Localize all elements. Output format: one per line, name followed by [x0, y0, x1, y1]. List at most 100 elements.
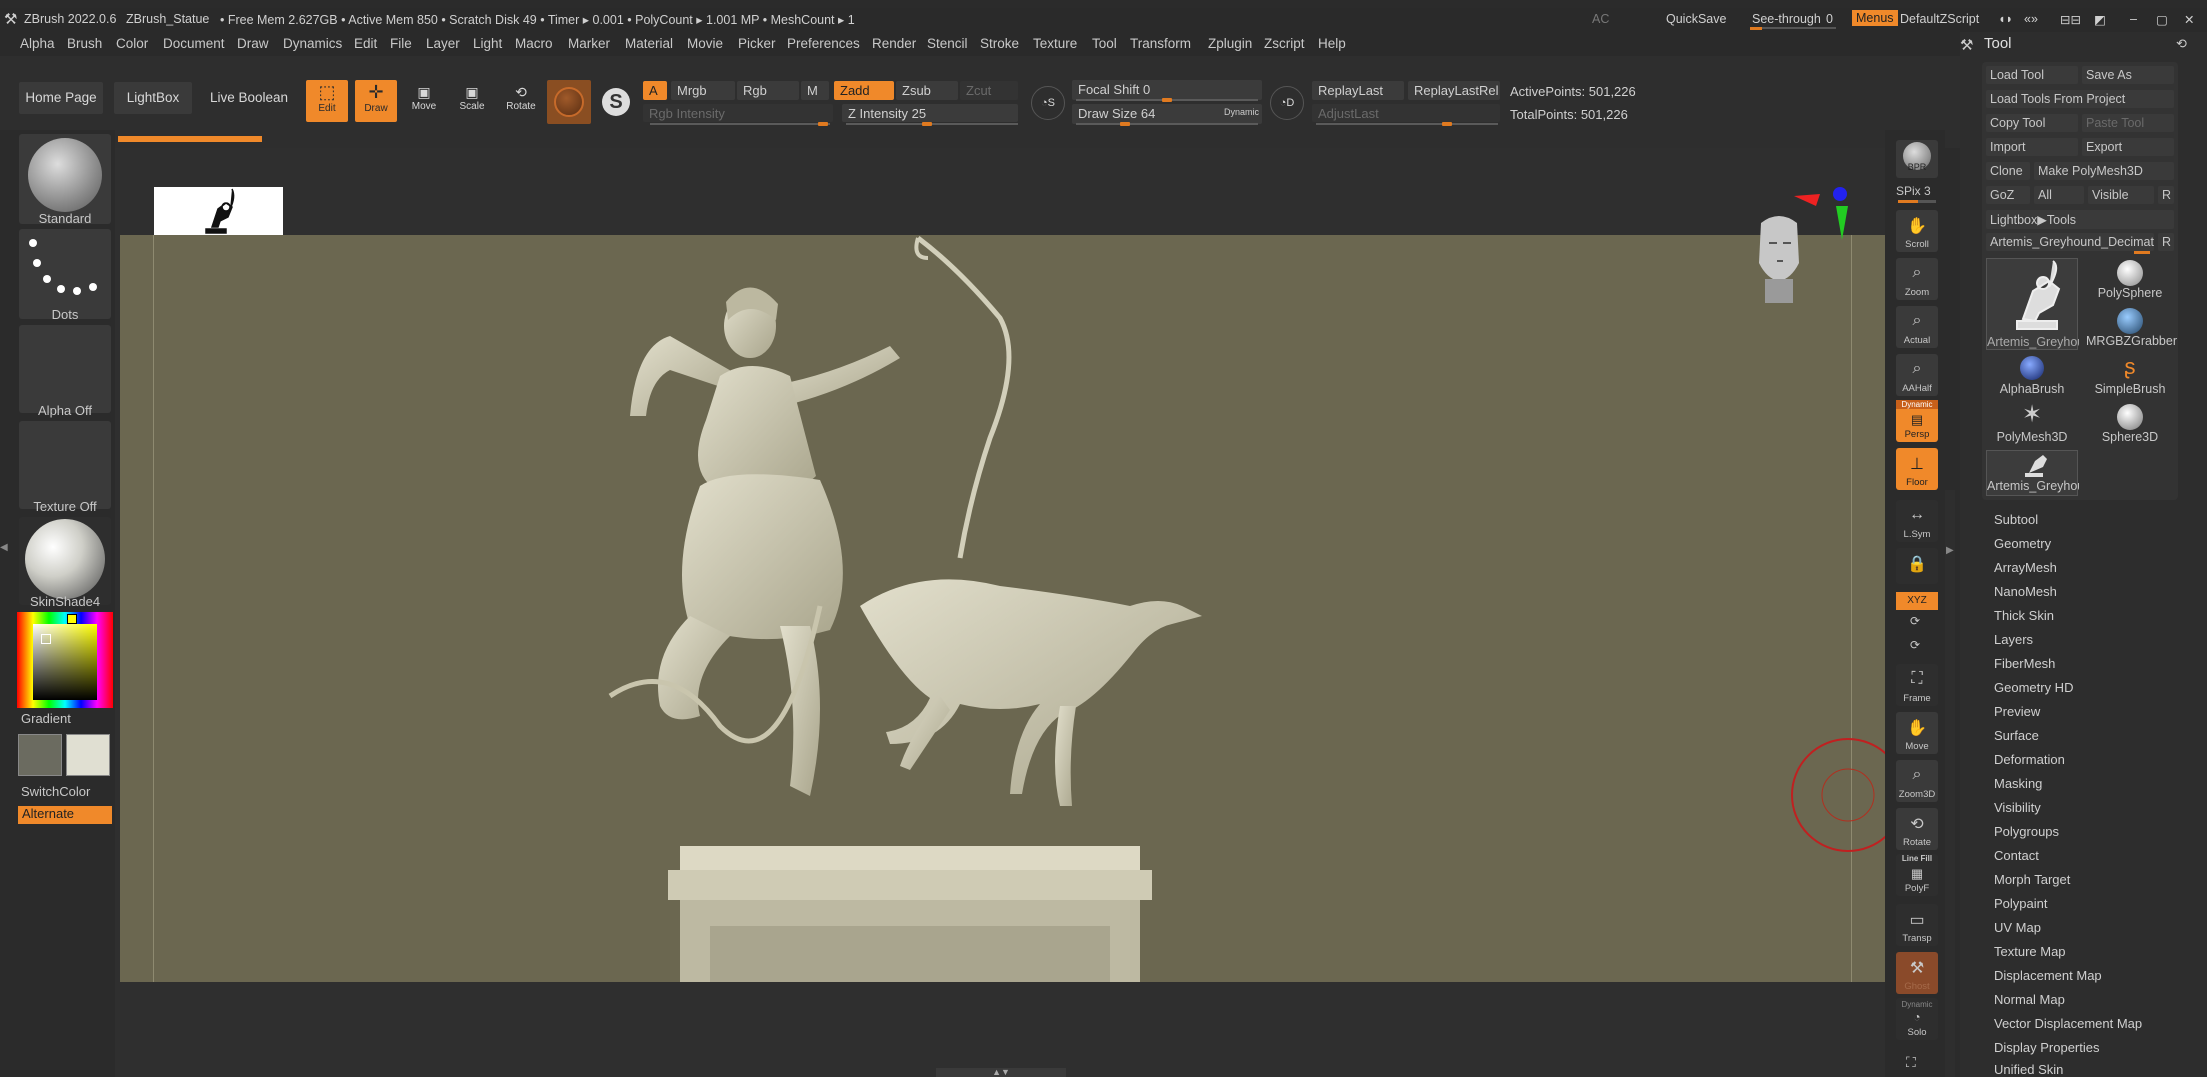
menu-texture[interactable]: Texture [1033, 36, 1077, 51]
replay-last-rel-button[interactable]: ReplayLastRel [1408, 81, 1500, 100]
menu-edit[interactable]: Edit [354, 36, 377, 51]
current-tool-r-button[interactable]: R [2158, 233, 2174, 251]
rotate-y-icon[interactable]: ⟳ [1910, 614, 1920, 628]
menu-dynamics[interactable]: Dynamics [283, 36, 342, 51]
move-view-button[interactable]: ✋ Move [1896, 712, 1938, 754]
goz-button[interactable]: GoZ [1986, 186, 2030, 204]
tool-palette-title[interactable]: Tool [1984, 35, 2012, 52]
scroll-button[interactable]: ✋ Scroll [1896, 210, 1938, 252]
load-tools-from-project-button[interactable]: Load Tools From Project [1986, 90, 2174, 108]
tool-thumb-artemis-2[interactable]: Artemis_Greyhou [1986, 450, 2079, 496]
menu-preferences[interactable]: Preferences [787, 36, 860, 51]
subpalette-visibility[interactable]: Visibility [1994, 800, 2041, 815]
tool-thumb-alphabrush[interactable]: AlphaBrush [1986, 354, 2078, 398]
subpalette-displacement-map[interactable]: Displacement Map [1994, 968, 2102, 983]
menu-draw[interactable]: Draw [237, 36, 269, 51]
dynamic-toggle[interactable]: Dynamic [1224, 107, 1259, 117]
scale-mode-button[interactable]: ▣ Scale [451, 80, 493, 122]
swatch-icon[interactable]: ◩ [2094, 12, 2106, 27]
rotate-view-button[interactable]: ⟲ Rotate [1896, 808, 1938, 850]
subpalette-unified-skin[interactable]: Unified Skin [1994, 1062, 2063, 1077]
bottom-tray-handle[interactable]: ▲▼ [936, 1068, 1066, 1077]
subpalette-layers[interactable]: Layers [1994, 632, 2033, 647]
alternate-toggle[interactable]: Alternate [18, 806, 112, 824]
subpalette-nanomesh[interactable]: NanoMesh [1994, 584, 2057, 599]
spotlight-button[interactable]: S [598, 80, 634, 124]
live-boolean-button[interactable]: Live Boolean [204, 82, 294, 114]
subpalette-geometry-hd[interactable]: Geometry HD [1994, 680, 2073, 695]
lazy-mouse-s-button[interactable]: ◔S [1031, 86, 1065, 120]
maximize-icon[interactable]: ▢ [2156, 12, 2168, 27]
subpalette-subtool[interactable]: Subtool [1994, 512, 2038, 527]
goz-all-button[interactable]: All [2034, 186, 2084, 204]
menu-picker[interactable]: Picker [738, 36, 776, 51]
lsym-button[interactable]: ↔ L.Sym [1896, 500, 1938, 542]
menu-document[interactable]: Document [163, 36, 225, 51]
palette-dock-icon[interactable]: ⟲ [2176, 36, 2187, 52]
focal-shift-slider[interactable]: Focal Shift 0 [1072, 80, 1262, 100]
right-tray-scrollbar[interactable] [1945, 490, 1955, 1077]
subpalette-contact[interactable]: Contact [1994, 848, 2039, 863]
menu-transform[interactable]: Transform [1130, 36, 1191, 51]
z-intensity-slider[interactable]: Z Intensity 25 [842, 104, 1018, 122]
frame-button[interactable]: ⛶ Frame [1896, 664, 1938, 706]
xyz-toggle[interactable]: XYZ [1896, 592, 1938, 610]
mrgb-button[interactable]: Mrgb [671, 81, 735, 100]
menu-zplugin[interactable]: Zplugin [1208, 36, 1252, 51]
clone-button[interactable]: Clone [1986, 162, 2030, 180]
menu-stencil[interactable]: Stencil [927, 36, 968, 51]
tool-thumb-sphere3d[interactable]: Sphere3D [2086, 402, 2174, 446]
subpalette-arraymesh[interactable]: ArrayMesh [1994, 560, 2057, 575]
lock-button[interactable]: 🔒 [1896, 548, 1938, 584]
zoom3d-button[interactable]: ⌕ Zoom3D [1896, 760, 1938, 802]
stroke-selector[interactable] [19, 229, 111, 319]
color-picker[interactable] [17, 612, 113, 708]
rotate-z-icon[interactable]: ⟳ [1910, 638, 1920, 652]
lightbox-button[interactable]: LightBox [114, 82, 192, 114]
rotate-mode-button[interactable]: ⟲ Rotate [500, 80, 542, 122]
subpalette-geometry[interactable]: Geometry [1994, 536, 2051, 551]
current-tool-slider-knob[interactable] [2134, 251, 2150, 254]
close-icon[interactable]: ✕ [2184, 12, 2194, 27]
menu-material[interactable]: Material [625, 36, 673, 51]
tool-thumb-artemis[interactable]: Artemis_Greyhou [1986, 258, 2079, 350]
transp-extra-icon[interactable]: ⛶ [1906, 1054, 1916, 1071]
menu-marker[interactable]: Marker [568, 36, 610, 51]
quicksave-button[interactable]: QuickSave [1666, 12, 1726, 26]
ghost-button[interactable]: ⚒ Ghost [1896, 952, 1938, 994]
current-tool-slider[interactable]: Artemis_Greyhound_Decimat [1986, 233, 2154, 251]
see-through-slider[interactable] [1750, 27, 1836, 30]
goz-visible-button[interactable]: Visible [2088, 186, 2154, 204]
rgb-intensity-slider[interactable]: Rgb Intensity [643, 104, 833, 122]
menu-stroke[interactable]: Stroke [980, 36, 1019, 51]
home-page-button[interactable]: Home Page [19, 82, 103, 114]
export-button[interactable]: Export [2082, 138, 2174, 156]
menu-zscript[interactable]: Zscript [1264, 36, 1305, 51]
subpalette-display-properties[interactable]: Display Properties [1994, 1040, 2100, 1055]
menu-tool[interactable]: Tool [1092, 36, 1117, 51]
replay-last-button[interactable]: ReplayLast [1312, 81, 1404, 100]
a-toggle[interactable]: A [643, 81, 667, 100]
ui-layout-icon[interactable]: ⊟⊟ [2060, 12, 2081, 27]
copy-tool-button[interactable]: Copy Tool [1986, 114, 2078, 132]
switch-color-button[interactable]: SwitchColor [21, 784, 90, 799]
actual-button[interactable]: ⌕ Actual [1896, 306, 1938, 348]
rgb-button[interactable]: Rgb [737, 81, 799, 100]
layout-icon[interactable]: ◖◗ [1998, 12, 2013, 26]
main-color-swatch[interactable] [18, 734, 62, 776]
hue-cursor[interactable] [67, 614, 77, 624]
subpalette-polygroups[interactable]: Polygroups [1994, 824, 2059, 839]
move-mode-button[interactable]: ▣ Move [403, 80, 445, 122]
lightbox-tools-button[interactable]: Lightbox▶Tools [1986, 210, 2174, 229]
load-tool-button[interactable]: Load Tool [1986, 66, 2078, 84]
backface-d-button[interactable]: ◔D [1270, 86, 1304, 120]
subpalette-polypaint[interactable]: Polypaint [1994, 896, 2047, 911]
gradient-label[interactable]: Gradient [21, 711, 71, 726]
tool-thumb-polymesh3d[interactable]: ✶ PolyMesh3D [1986, 402, 2078, 446]
bpr-button[interactable]: BPR [1896, 140, 1938, 178]
tool-thumb-mrgbzgrabber[interactable]: MRGBZGrabber [2086, 306, 2177, 350]
alpha-selector[interactable] [19, 325, 111, 413]
navigator-thumbnail[interactable] [154, 187, 283, 235]
menu-light[interactable]: Light [473, 36, 502, 51]
subpalette-vector-displacement-map[interactable]: Vector Displacement Map [1994, 1016, 2142, 1031]
